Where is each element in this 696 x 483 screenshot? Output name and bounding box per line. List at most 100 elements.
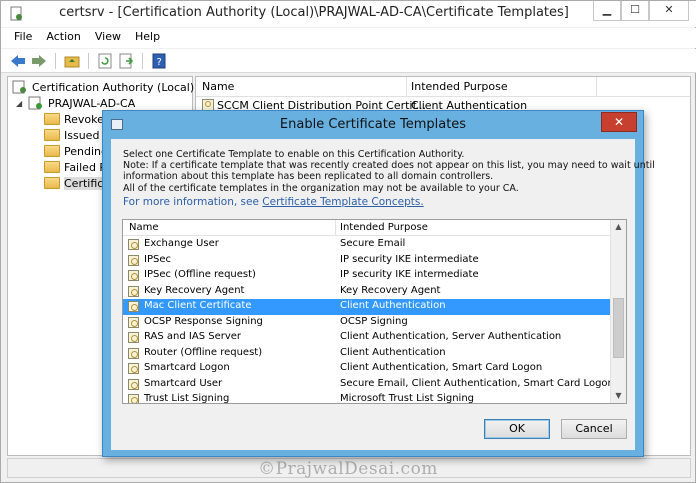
template-purpose: Client Authentication, Smart Card Logon [340, 362, 543, 373]
folder-icon [44, 129, 60, 141]
column-header-name[interactable]: Name [202, 80, 234, 93]
template-row[interactable]: Router (Offline request) Client Authenti… [123, 346, 611, 362]
dialog-instructions: Select one Certificate Template to enabl… [123, 149, 655, 194]
tree-item-issued[interactable]: Issued C [44, 127, 111, 143]
template-name: IPSec (Offline request) [144, 269, 256, 280]
tree-ca-label: PRAJWAL-AD-CA [48, 96, 136, 110]
template-list[interactable]: Name Intended Purpose Exchange User Secu… [122, 219, 627, 404]
more-info-text: For more information, see Certificate Te… [123, 196, 424, 208]
column-header-purpose[interactable]: Intended Purpose [411, 80, 508, 93]
dialog-title: Enable Certificate Templates [279, 117, 467, 132]
certificate-template-icon [128, 270, 139, 281]
certificate-template-concepts-link[interactable]: Certificate Template Concepts. [262, 196, 423, 208]
scroll-down-arrow-icon[interactable]: ▼ [611, 389, 626, 403]
template-name: Router (Offline request) [144, 346, 263, 358]
minimize-button[interactable]: ▁ [593, 1, 621, 21]
template-list-header: Name Intended Purpose [123, 220, 611, 236]
svg-text:?: ? [157, 57, 162, 68]
menu-help[interactable]: Help [128, 28, 167, 48]
toolbar-separator [142, 52, 143, 69]
template-name: IPSec [144, 253, 171, 265]
template-name: Trust List Signing [144, 393, 230, 404]
template-name: Mac Client Certificate [144, 300, 252, 311]
template-row[interactable]: IPSec (Offline request) IP security IKE … [123, 268, 611, 284]
certificate-template-icon [128, 285, 139, 297]
forward-arrow-icon[interactable] [30, 52, 48, 70]
template-name: Smartcard Logon [144, 362, 230, 373]
column-header-name[interactable]: Name [129, 222, 159, 233]
ok-button[interactable]: OK [484, 419, 550, 439]
template-row[interactable]: OCSP Response Signing OCSP Signing [123, 315, 611, 331]
refresh-icon[interactable] [96, 52, 114, 70]
dialog-close-button[interactable]: ✕ [601, 112, 637, 132]
certificate-authority-icon [12, 80, 26, 94]
template-row[interactable]: IPSec IP security IKE intermediate [123, 253, 611, 269]
template-row[interactable]: Smartcard Logon Client Authentication, S… [123, 361, 611, 377]
template-purpose: IP security IKE intermediate [340, 253, 479, 265]
template-purpose: IP security IKE intermediate [340, 269, 479, 280]
template-row[interactable]: RAS and IAS Server Client Authentication… [123, 330, 611, 346]
certificate-template-icon [128, 347, 139, 359]
certificate-template-icon [128, 316, 139, 328]
template-row[interactable]: Smartcard User Secure Email, Client Auth… [123, 377, 614, 393]
certificate-template-icon [128, 332, 139, 343]
list-header: Name Intended Purpose [196, 77, 690, 97]
export-list-icon[interactable] [117, 52, 135, 70]
menu-view[interactable]: View [88, 28, 128, 48]
instruction-line: Note: If a certificate template that was… [123, 160, 655, 172]
column-divider[interactable] [596, 77, 597, 97]
maximize-button[interactable]: ☐ [621, 1, 649, 21]
close-button[interactable]: ✕ [649, 1, 689, 21]
more-info-prefix: For more information, see [123, 196, 259, 208]
instruction-line: information about this template has been… [123, 171, 494, 183]
template-name: OCSP Response Signing [144, 315, 263, 327]
template-purpose: Microsoft Trust List Signing [340, 393, 475, 404]
menu-bar: File Action View Help [1, 28, 696, 48]
template-row[interactable]: Trust List Signing Microsoft Trust List … [123, 392, 611, 404]
toolbar: ? [1, 49, 696, 73]
toolbar-separator [55, 52, 56, 69]
tree-item-revoked[interactable]: Revoked [44, 111, 111, 127]
enable-certificate-templates-dialog: Enable Certificate Templates ✕ Select on… [102, 110, 655, 457]
certificate-template-icon [128, 301, 139, 312]
scroll-up-arrow-icon[interactable]: ▲ [611, 220, 626, 234]
window-title: certsrv - [Certification Authority (Loca… [59, 5, 569, 20]
tree-item-failed[interactable]: Failed R [44, 159, 107, 175]
vertical-scrollbar[interactable]: ▲ ▼ [610, 220, 626, 403]
template-row-selected[interactable]: Mac Client Certificate Client Authentica… [123, 299, 611, 315]
certificate-template-icon [128, 239, 139, 250]
up-folder-icon[interactable] [63, 52, 81, 70]
cancel-button[interactable]: Cancel [561, 419, 627, 439]
template-purpose: OCSP Signing [340, 315, 408, 327]
toolbar-separator [88, 52, 89, 69]
tree-item-root[interactable]: Certification Authority (Local) [12, 79, 194, 95]
watermark: ©PrajwalDesai.com [258, 459, 438, 479]
title-bar[interactable]: certsrv - [Certification Authority (Loca… [1, 1, 696, 27]
menu-action[interactable]: Action [39, 28, 87, 48]
certificate-template-icon [128, 363, 139, 374]
scroll-thumb[interactable] [613, 298, 624, 358]
tree-root-label: Certification Authority (Local) [32, 80, 195, 94]
folder-icon [44, 177, 60, 189]
column-divider[interactable] [406, 77, 407, 97]
server-ca-icon [28, 96, 42, 110]
template-name: Key Recovery Agent [144, 284, 245, 296]
dialog-body: Select one Certificate Template to enabl… [111, 139, 655, 450]
certificate-template-icon [128, 394, 139, 403]
column-divider[interactable] [335, 220, 336, 236]
tree-item-ca[interactable]: ◢ PRAJWAL-AD-CA [16, 95, 135, 111]
tree-item-pending[interactable]: Pending [44, 143, 108, 159]
template-purpose: Secure Email [340, 238, 406, 249]
instruction-line: Select one Certificate Template to enabl… [123, 149, 465, 160]
collapse-arrow-icon[interactable]: ◢ [16, 99, 24, 108]
template-row[interactable]: Key Recovery Agent Key Recovery Agent [123, 284, 611, 300]
back-arrow-icon[interactable] [9, 52, 27, 70]
template-purpose: Client Authentication [340, 346, 446, 358]
tree-item-certificate-templates[interactable]: Certifica [44, 175, 111, 191]
column-header-purpose[interactable]: Intended Purpose [340, 222, 428, 233]
menu-file[interactable]: File [7, 28, 39, 48]
dialog-title-bar[interactable]: Enable Certificate Templates ✕ [103, 111, 643, 139]
template-row[interactable]: Exchange User Secure Email [123, 237, 611, 253]
help-icon[interactable]: ? [150, 52, 168, 70]
certificate-template-icon [128, 254, 139, 266]
